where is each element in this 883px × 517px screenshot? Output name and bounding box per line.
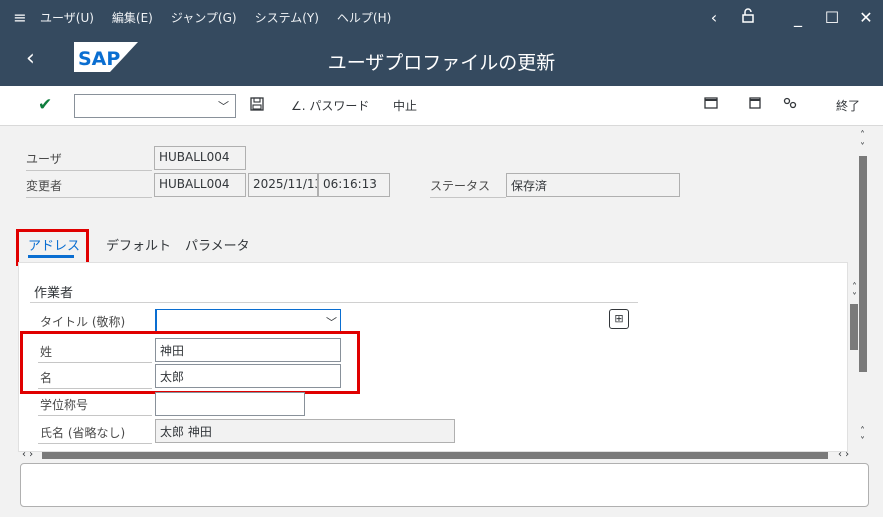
- full-name-field[interactable]: 太郎 神田: [155, 419, 455, 443]
- changed-by-label: 変更者: [26, 179, 63, 193]
- menu-item-goto[interactable]: ジャンプ(G): [171, 9, 237, 26]
- full-name-label: 氏名 (省略なし): [40, 426, 126, 440]
- scroll-down-icon[interactable]: ˅: [860, 142, 865, 153]
- highlight-name-box: [20, 331, 360, 394]
- menu-item-system[interactable]: システム(Y): [255, 9, 319, 26]
- title-dropdown[interactable]: [155, 309, 341, 333]
- section-title-person: 作業者: [34, 286, 74, 301]
- status-label: ステータス: [430, 179, 491, 193]
- settings-icon[interactable]: [782, 96, 798, 114]
- changed-date-field[interactable]: 2025/11/13: [248, 173, 318, 197]
- academic-title-label: 学位称号: [40, 398, 89, 412]
- status-bar: [20, 463, 869, 507]
- user-label: ユーザ: [26, 152, 62, 166]
- command-field[interactable]: ﹀: [74, 94, 236, 118]
- unlock-icon[interactable]: [731, 7, 765, 27]
- title-label: タイトル (敬称): [40, 315, 126, 329]
- page-title: ユーザプロファイルの更新: [327, 52, 556, 74]
- horizontal-scrollbar-thumb[interactable]: [42, 452, 828, 459]
- maximize-icon[interactable]: ☐: [815, 8, 849, 27]
- inner-scroll-down-icon[interactable]: ˅: [852, 292, 857, 303]
- minimize-icon[interactable]: _: [781, 8, 815, 27]
- scroll-left-right-icon[interactable]: ‹ ›: [22, 449, 33, 460]
- exit-button[interactable]: 終了: [836, 97, 860, 114]
- menu-item-help[interactable]: ヘルプ(H): [337, 9, 391, 26]
- password-button[interactable]: ∠. パスワード: [291, 97, 369, 114]
- check-icon[interactable]: ✔: [38, 95, 52, 115]
- save-icon[interactable]: [250, 97, 264, 115]
- chevron-left-icon[interactable]: ‹: [697, 8, 731, 27]
- scroll-left-right-icon[interactable]: ‹ ›: [838, 449, 849, 460]
- tab-defaults[interactable]: デフォルト: [106, 235, 171, 254]
- toolbar: ✔ ﹀ ∠. パスワード 中止 終了: [0, 86, 883, 126]
- create-session-icon[interactable]: [704, 96, 718, 114]
- changed-by-field[interactable]: HUBALL004: [154, 173, 246, 197]
- scroll-down-icon[interactable]: ˅: [860, 436, 865, 447]
- menu-bar: ≡ ユーザ(U) 編集(E) ジャンプ(G) システム(Y) ヘルプ(H) ‹ …: [0, 0, 883, 34]
- cancel-button[interactable]: 中止: [393, 97, 417, 114]
- hamburger-menu-icon[interactable]: ≡: [0, 0, 40, 34]
- chevron-down-icon[interactable]: ﹀: [218, 98, 229, 114]
- user-field[interactable]: HUBALL004: [154, 146, 246, 170]
- expand-icon[interactable]: ⊞: [609, 309, 629, 329]
- close-icon[interactable]: ✕: [849, 8, 883, 27]
- pencil-icon: ∠.: [291, 99, 306, 113]
- chevron-down-icon[interactable]: ﹀: [326, 314, 337, 330]
- status-field[interactable]: 保存済: [506, 173, 680, 197]
- menu-item-user[interactable]: ユーザ(U): [40, 9, 94, 26]
- password-button-label: パスワード: [309, 99, 370, 113]
- scroll-up-icon[interactable]: ˄: [860, 130, 865, 141]
- main-scrollbar-thumb[interactable]: [859, 156, 867, 372]
- menu-item-edit[interactable]: 編集(E): [112, 9, 153, 26]
- shell-header: ‹ SAP ユーザプロファイルの更新: [0, 34, 883, 86]
- changed-time-field[interactable]: 06:16:13: [318, 173, 390, 197]
- tab-parameters[interactable]: パラメータ: [185, 235, 250, 254]
- layout-icon[interactable]: [748, 96, 762, 114]
- academic-title-input[interactable]: [155, 392, 305, 416]
- inner-scrollbar-thumb[interactable]: [850, 304, 858, 350]
- highlight-tab-box: [16, 229, 89, 266]
